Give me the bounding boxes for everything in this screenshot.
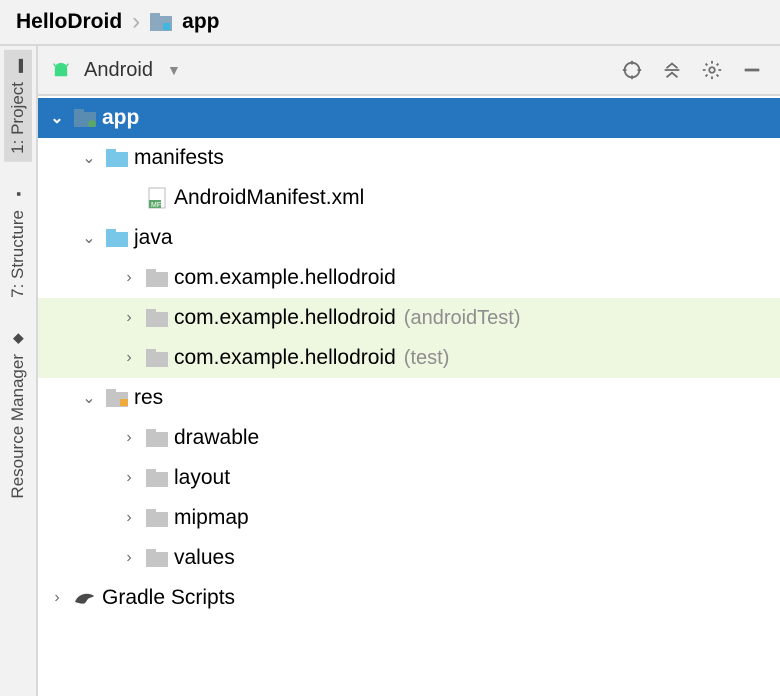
android-icon — [50, 59, 72, 81]
chevron-right-icon[interactable]: › — [118, 509, 140, 527]
package-icon — [144, 269, 170, 287]
package-icon — [144, 349, 170, 367]
tree-node-gradle-scripts[interactable]: › Gradle Scripts — [38, 578, 780, 618]
tree-node-label: java — [134, 226, 173, 250]
panel-header: Android ▼ — [38, 46, 780, 96]
tree-node-label: values — [174, 546, 235, 570]
package-icon — [144, 309, 170, 327]
tree-node-label: Gradle Scripts — [102, 586, 235, 610]
chevron-down-icon[interactable]: ⌄ — [78, 388, 100, 408]
chevron-right-icon: › — [132, 8, 140, 36]
tree-node-label: com.example.hellodroid — [174, 306, 396, 330]
chevron-right-icon[interactable]: › — [118, 549, 140, 567]
tree-node-label: res — [134, 386, 163, 410]
rail-tab-label: Resource Manager — [8, 354, 28, 499]
breadcrumb-leaf[interactable]: app — [182, 10, 219, 34]
tree-node-values[interactable]: › values — [38, 538, 780, 578]
project-tool-window: Android ▼ ⌄ app — [38, 46, 780, 696]
folder-icon — [150, 13, 172, 31]
tree-node-label: layout — [174, 466, 230, 490]
folder-icon — [144, 469, 170, 487]
chevron-down-icon[interactable]: ⌄ — [46, 108, 68, 128]
chevron-right-icon[interactable]: › — [118, 469, 140, 487]
tree-node-label: app — [102, 106, 139, 130]
gradle-icon — [72, 588, 98, 608]
rail-tab-project[interactable]: 1: Project ▬ — [4, 50, 32, 162]
rail-tab-structure[interactable]: 7: Structure ▪ — [4, 178, 32, 306]
minimize-icon[interactable] — [736, 54, 768, 86]
tree-node-java[interactable]: ⌄ java — [38, 218, 780, 258]
rail-tab-label: 7: Structure — [8, 210, 28, 298]
collapse-all-icon[interactable] — [656, 54, 688, 86]
locate-icon[interactable] — [616, 54, 648, 86]
chevron-down-icon[interactable]: ⌄ — [78, 148, 100, 168]
resource-icon: ◆ — [10, 330, 26, 346]
folder-icon — [144, 429, 170, 447]
tree-node-label: mipmap — [174, 506, 249, 530]
folder-icon — [104, 149, 130, 167]
module-folder-icon — [72, 109, 98, 127]
folder-icon — [104, 229, 130, 247]
manifest-file-icon: MF — [144, 187, 170, 209]
structure-icon: ▪ — [10, 186, 26, 202]
chevron-right-icon[interactable]: › — [118, 269, 140, 287]
tree-node-layout[interactable]: › layout — [38, 458, 780, 498]
tree-node-label: drawable — [174, 426, 259, 450]
tree-node-package-androidtest[interactable]: › com.example.hellodroid (androidTest) — [38, 298, 780, 338]
chevron-right-icon[interactable]: › — [46, 589, 68, 607]
chevron-down-icon[interactable]: ▼ — [167, 62, 181, 78]
folder-icon — [144, 509, 170, 527]
tree-node-label: com.example.hellodroid — [174, 266, 396, 290]
tree-node-label: manifests — [134, 146, 224, 170]
tree-node-package-main[interactable]: › com.example.hellodroid — [38, 258, 780, 298]
tree-node-package-test[interactable]: › com.example.hellodroid (test) — [38, 338, 780, 378]
chevron-down-icon[interactable]: ⌄ — [78, 228, 100, 248]
tree-node-manifest-file[interactable]: MF AndroidManifest.xml — [38, 178, 780, 218]
breadcrumb-root[interactable]: HelloDroid — [16, 10, 122, 34]
rail-tab-label: 1: Project — [8, 82, 28, 154]
chevron-right-icon[interactable]: › — [118, 349, 140, 367]
rail-tab-resource-manager[interactable]: Resource Manager ◆ — [4, 322, 32, 507]
tree-node-suffix: (test) — [404, 347, 450, 370]
tree-node-label: com.example.hellodroid — [174, 346, 396, 370]
chevron-right-icon[interactable]: › — [118, 429, 140, 447]
folder-icon: ▬ — [10, 58, 26, 74]
breadcrumb: HelloDroid › app — [0, 0, 780, 44]
tree-node-mipmap[interactable]: › mipmap — [38, 498, 780, 538]
tree-node-manifests[interactable]: ⌄ manifests — [38, 138, 780, 178]
tree-node-drawable[interactable]: › drawable — [38, 418, 780, 458]
svg-text:MF: MF — [151, 202, 161, 209]
resources-folder-icon — [104, 389, 130, 407]
tree-node-suffix: (androidTest) — [404, 307, 521, 330]
tool-window-rail: 1: Project ▬ 7: Structure ▪ Resource Man… — [0, 46, 38, 696]
view-mode-selector[interactable]: Android — [84, 59, 153, 82]
chevron-right-icon[interactable]: › — [118, 309, 140, 327]
tree-node-res[interactable]: ⌄ res — [38, 378, 780, 418]
folder-icon — [144, 549, 170, 567]
tree-node-app[interactable]: ⌄ app — [38, 98, 780, 138]
tree-node-label: AndroidManifest.xml — [174, 186, 364, 210]
project-tree: ⌄ app ⌄ manifests MF AndroidMan — [38, 96, 780, 696]
gear-icon[interactable] — [696, 54, 728, 86]
